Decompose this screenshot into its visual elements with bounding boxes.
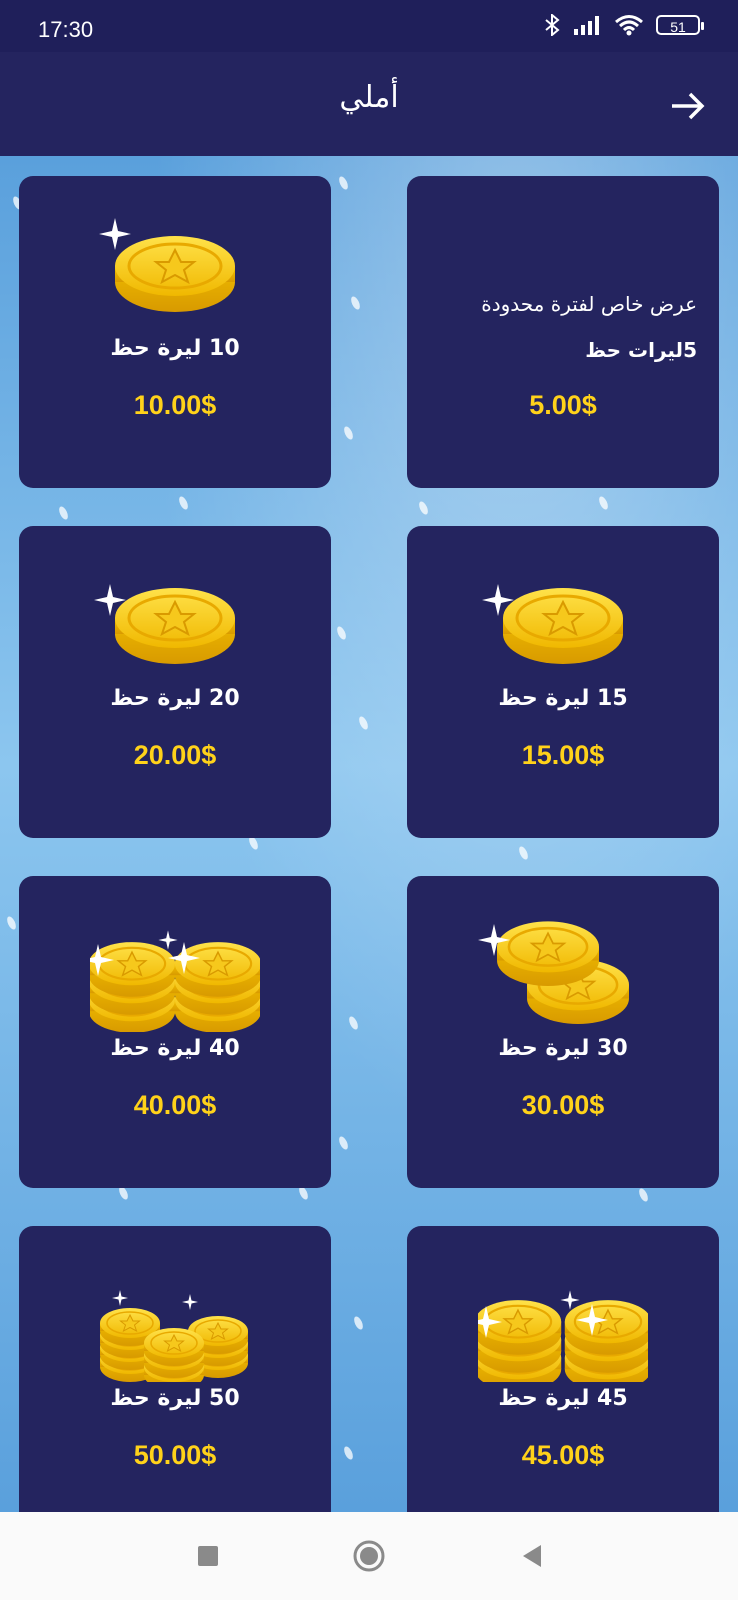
snow-flake	[349, 295, 362, 311]
package-card-offer[interactable]: عرض خاص لفترة محدودة 5ليرات حظ 5.00$	[407, 176, 719, 488]
snow-flake	[337, 1135, 350, 1151]
package-price: 20.00$	[133, 740, 217, 770]
snow-flake	[335, 625, 348, 641]
package-name: 45 ليرة حظ	[498, 1386, 628, 1411]
status-bar: 17:30 51	[0, 0, 738, 52]
package-card-15[interactable]: 15 ليرة حظ 15.00$	[407, 526, 719, 838]
snow-flake	[5, 915, 18, 931]
snow-flake	[517, 845, 530, 861]
snow-flake	[597, 495, 610, 511]
package-name: 10 ليرة حظ	[110, 336, 240, 361]
package-price: 5.00$	[529, 390, 597, 420]
single-coin-icon	[482, 584, 625, 666]
snow-flake	[357, 715, 370, 731]
package-name: 30 ليرة حظ	[498, 1036, 628, 1061]
app-bar: أملي	[0, 52, 738, 156]
offer-title: عرض خاص لفترة محدودة	[481, 292, 697, 316]
page-title: أملي	[339, 80, 399, 115]
package-card-50[interactable]: 50 ليرة حظ 50.00$	[19, 1226, 331, 1512]
package-card-30[interactable]: 30 ليرة حظ 30.00$	[407, 876, 719, 1188]
two-coins-icon	[478, 920, 631, 1026]
status-icons: 51	[544, 14, 704, 36]
snow-flake	[417, 500, 430, 516]
arrow-right-icon[interactable]	[668, 86, 708, 126]
package-name: 40 ليرة حظ	[110, 1036, 240, 1061]
back-triangle-icon[interactable]	[513, 1536, 553, 1576]
snow-flake	[342, 1445, 355, 1461]
bluetooth-icon	[545, 14, 560, 36]
coin-pile-icon	[99, 1290, 249, 1382]
package-name: 20 ليرة حظ	[110, 686, 240, 711]
snow-flake	[342, 425, 355, 441]
package-card-40[interactable]: 40 ليرة حظ 40.00$	[19, 876, 331, 1188]
single-coin-icon	[99, 218, 237, 314]
status-time: 17:30	[38, 17, 94, 42]
package-price: 50.00$	[133, 1440, 217, 1470]
package-name: 50 ليرة حظ	[110, 1386, 240, 1411]
package-card-45[interactable]: 45 ليرة حظ 45.00$	[407, 1226, 719, 1512]
package-card-10[interactable]: 10 ليرة حظ 10.00$	[19, 176, 331, 488]
snow-flake	[352, 1315, 365, 1331]
coin-stacks-icon	[478, 1290, 648, 1382]
package-price: 10.00$	[133, 390, 217, 420]
package-card-20[interactable]: 20 ليرة حظ 20.00$	[19, 526, 331, 838]
snow-flake	[637, 1187, 650, 1203]
package-price: 45.00$	[521, 1440, 605, 1470]
wifi-icon	[615, 15, 643, 36]
package-price: 30.00$	[521, 1090, 605, 1120]
snow-flake	[347, 1015, 360, 1031]
battery-icon: 51	[656, 15, 704, 35]
home-circle-icon[interactable]	[349, 1536, 389, 1576]
system-nav-bar	[0, 1512, 738, 1600]
packages-grid[interactable]: عرض خاص لفترة محدودة 5ليرات حظ 5.00$ 10 …	[0, 156, 738, 1512]
signal-icon	[574, 16, 599, 35]
snow-flake	[177, 495, 190, 511]
recents-square-icon[interactable]	[188, 1536, 228, 1576]
package-name: 15 ليرة حظ	[498, 686, 628, 711]
single-coin-icon	[94, 584, 237, 666]
snow-flake	[337, 175, 350, 191]
package-price: 15.00$	[521, 740, 605, 770]
package-price: 40.00$	[133, 1090, 217, 1120]
offer-amount: 5ليرات حظ	[585, 338, 697, 362]
coin-stacks-icon	[90, 930, 260, 1032]
snow-flake	[57, 505, 70, 521]
